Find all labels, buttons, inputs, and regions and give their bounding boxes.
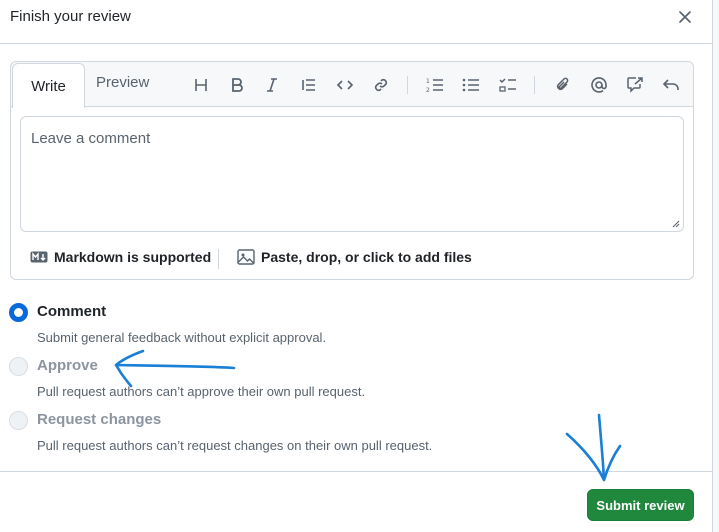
add-files-button[interactable]: Paste, drop, or click to add files bbox=[237, 249, 472, 265]
footer-divider bbox=[0, 471, 712, 472]
toolbar-divider bbox=[534, 76, 535, 94]
toolbar-divider bbox=[407, 76, 408, 94]
svg-text:1: 1 bbox=[426, 78, 430, 85]
comment-textarea[interactable]: Leave a comment bbox=[20, 116, 684, 232]
markdown-support-link[interactable]: Markdown is supported bbox=[30, 249, 211, 265]
attach-icon[interactable] bbox=[552, 74, 574, 96]
markdown-note: Markdown is supported bbox=[54, 249, 212, 265]
submit-review-button[interactable]: Submit review bbox=[587, 489, 694, 521]
editor-footer: Markdown is supported Paste, drop, or cl… bbox=[11, 245, 693, 271]
tab-write[interactable]: Write bbox=[12, 63, 85, 108]
heading-icon[interactable] bbox=[190, 74, 212, 96]
unordered-list-icon[interactable] bbox=[460, 74, 482, 96]
dialog-header: Finish your review bbox=[0, 0, 712, 44]
link-icon[interactable] bbox=[370, 74, 392, 96]
option-description: Pull request authors can’t request chang… bbox=[37, 438, 433, 453]
undo-icon[interactable] bbox=[660, 74, 682, 96]
comment-placeholder: Leave a comment bbox=[31, 130, 151, 147]
option-description: Pull request authors can’t approve their… bbox=[37, 384, 366, 399]
scrollbar-edge bbox=[712, 0, 719, 532]
ordered-list-icon[interactable]: 12 bbox=[424, 74, 446, 96]
option-label: Request changes bbox=[37, 411, 162, 428]
italic-icon[interactable] bbox=[261, 74, 283, 96]
comment-editor: Write Preview 12 Leave a comment Markdow… bbox=[10, 61, 694, 280]
arrow-to-approve bbox=[114, 349, 236, 388]
quote-icon[interactable] bbox=[298, 74, 320, 96]
tab-preview[interactable]: Preview bbox=[96, 74, 149, 91]
dialog-title: Finish your review bbox=[10, 8, 131, 25]
svg-text:2: 2 bbox=[426, 87, 430, 93]
radio-comment[interactable] bbox=[9, 303, 28, 322]
bold-icon[interactable] bbox=[226, 74, 248, 96]
option-description: Submit general feedback without explicit… bbox=[37, 330, 327, 345]
reference-icon[interactable] bbox=[624, 74, 646, 96]
editor-toolbar: Write Preview 12 bbox=[11, 62, 693, 108]
radio-request-changes bbox=[9, 411, 28, 430]
close-icon[interactable] bbox=[674, 6, 696, 28]
review-dialog: Finish your review Write Preview 1 2 Lea… bbox=[0, 0, 719, 532]
markdown-icon bbox=[30, 251, 48, 263]
option-label: Comment bbox=[37, 303, 107, 320]
resize-grip-icon[interactable] bbox=[671, 219, 680, 228]
mention-icon[interactable] bbox=[588, 74, 610, 96]
code-icon[interactable] bbox=[334, 74, 356, 96]
image-icon bbox=[237, 249, 255, 265]
radio-approve bbox=[9, 357, 28, 376]
option-label: Approve bbox=[37, 357, 98, 374]
attach-note: Paste, drop, or click to add files bbox=[261, 249, 472, 265]
task-list-icon[interactable] bbox=[497, 74, 519, 96]
footer-divider bbox=[218, 249, 219, 269]
